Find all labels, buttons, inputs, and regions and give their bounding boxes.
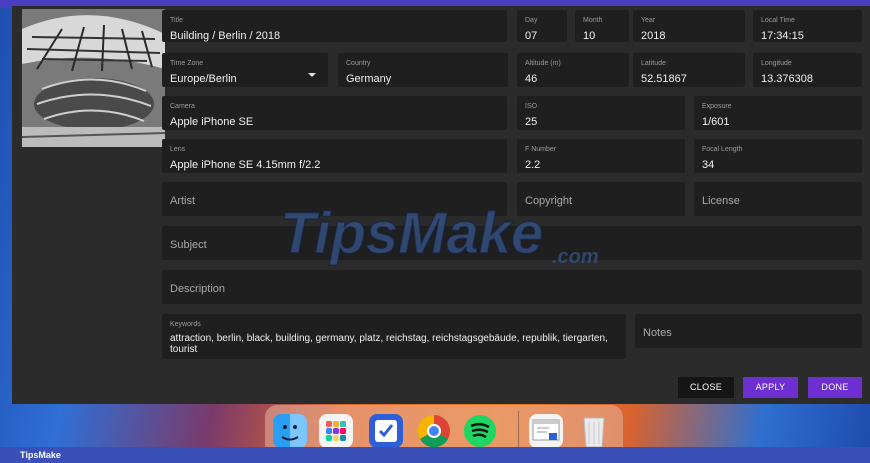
time-zone-label: Time Zone <box>170 60 204 67</box>
country-field[interactable]: Country Germany <box>338 53 508 87</box>
longitude-value: 13.376308 <box>761 73 813 85</box>
focal-length-label: Focal Length <box>702 146 743 153</box>
altitude-field[interactable]: Altitude (m) 46 <box>517 53 629 87</box>
notes-placeholder: Notes <box>643 327 672 339</box>
f-number-label: F Number <box>525 146 557 153</box>
lens-label: Lens <box>170 146 186 153</box>
spotify-icon[interactable] <box>463 414 497 448</box>
document-icon[interactable] <box>529 414 563 448</box>
dock-separator <box>518 411 519 447</box>
description-placeholder: Description <box>170 283 226 295</box>
focal-length-value: 34 <box>702 159 715 171</box>
latitude-label: Latitude <box>641 60 666 67</box>
footer-brand: TipsMake <box>20 450 61 460</box>
country-label: Country <box>346 60 371 67</box>
title-value: Building / Berlin / 2018 <box>170 30 281 42</box>
month-label: Month <box>583 17 603 24</box>
month-value: 10 <box>583 30 596 42</box>
title-field[interactable]: Title Building / Berlin / 2018 <box>162 10 507 42</box>
iso-label: ISO <box>525 103 538 110</box>
description-field[interactable]: Description <box>162 270 862 304</box>
notes-field[interactable]: Notes <box>635 314 862 348</box>
license-placeholder: License <box>702 195 740 207</box>
local-time-label: Local Time <box>761 17 795 24</box>
camera-value: Apple iPhone SE <box>170 116 254 128</box>
latitude-field[interactable]: Latitude 52.51867 <box>633 53 745 87</box>
dock <box>265 405 623 448</box>
preview-icon[interactable] <box>369 414 403 448</box>
footer-bar: TipsMake <box>0 447 870 463</box>
year-value: 2018 <box>641 30 666 42</box>
exposure-field[interactable]: Exposure 1/601 <box>694 96 862 130</box>
focal-length-field[interactable]: Focal Length 34 <box>694 139 862 173</box>
latitude-value: 52.51867 <box>641 73 687 85</box>
exposure-value: 1/601 <box>702 116 730 128</box>
longitude-field[interactable]: Longitude 13.376308 <box>753 53 862 87</box>
camera-field[interactable]: Camera Apple iPhone SE <box>162 96 507 130</box>
f-number-value: 2.2 <box>525 159 541 171</box>
close-button[interactable]: CLOSE <box>678 377 734 398</box>
chevron-down-icon[interactable] <box>308 73 316 77</box>
exposure-label: Exposure <box>702 103 732 110</box>
watermark-logo: TipsMake .com <box>279 199 640 269</box>
camera-label: Camera <box>170 103 195 110</box>
watermark-brand-text: TipsMake <box>280 201 543 266</box>
keywords-value: attraction, berlin, black, building, ger… <box>170 333 608 355</box>
day-label: Day <box>525 17 538 24</box>
chrome-icon[interactable] <box>417 414 451 448</box>
iso-value: 25 <box>525 116 538 128</box>
launchpad-icon[interactable] <box>319 414 353 448</box>
finder-icon[interactable] <box>273 414 307 448</box>
keywords-field[interactable]: Keywords attraction, berlin, black, buil… <box>162 314 626 359</box>
longitude-label: Longitude <box>761 60 792 67</box>
altitude-label: Altitude (m) <box>525 60 561 67</box>
month-field[interactable]: Month 10 <box>575 10 629 42</box>
trash-icon[interactable] <box>577 414 611 448</box>
f-number-field[interactable]: F Number 2.2 <box>517 139 685 173</box>
watermark-suffix-text: .com <box>552 246 599 268</box>
altitude-value: 46 <box>525 73 538 85</box>
subject-placeholder: Subject <box>170 239 207 251</box>
lens-value: Apple iPhone SE 4.15mm f/2.2 <box>170 159 321 171</box>
artist-placeholder: Artist <box>170 195 196 207</box>
done-button[interactable]: DONE <box>808 377 862 398</box>
iso-field[interactable]: ISO 25 <box>517 96 685 130</box>
year-label: Year <box>641 17 656 24</box>
apply-button[interactable]: APPLY <box>743 377 798 398</box>
time-zone-value: Europe/Berlin <box>170 73 237 85</box>
time-zone-select[interactable]: Time Zone Europe/Berlin <box>162 53 328 87</box>
country-value: Germany <box>346 73 392 85</box>
day-value: 07 <box>525 30 538 42</box>
keywords-label: Keywords <box>170 321 201 328</box>
lens-field[interactable]: Lens Apple iPhone SE 4.15mm f/2.2 <box>162 139 507 173</box>
day-field[interactable]: Day 07 <box>517 10 567 42</box>
year-field[interactable]: Year 2018 <box>633 10 745 42</box>
photo-thumbnail <box>22 9 165 147</box>
title-label: Title <box>170 17 183 24</box>
local-time-value: 17:34:15 <box>761 30 804 42</box>
license-field[interactable]: License <box>694 182 862 216</box>
local-time-field[interactable]: Local Time 17:34:15 <box>753 10 862 42</box>
